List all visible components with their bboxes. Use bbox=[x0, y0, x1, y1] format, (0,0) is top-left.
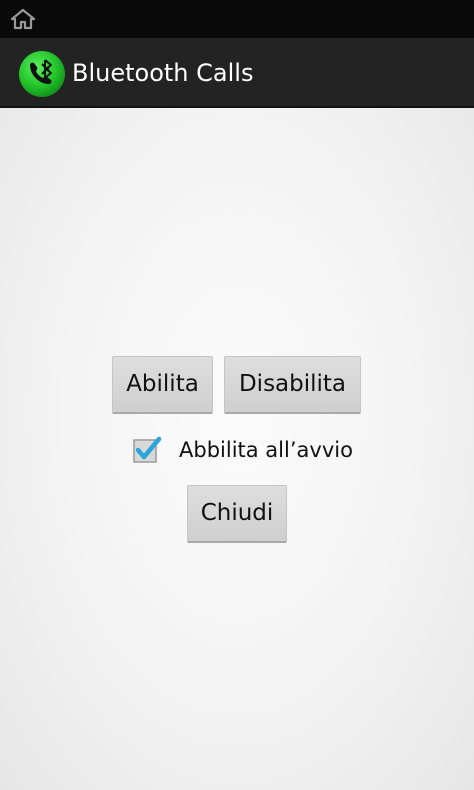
action-bar: Bluetooth Calls bbox=[0, 38, 474, 108]
home-icon bbox=[10, 8, 36, 30]
disable-button[interactable]: Disabilita bbox=[224, 356, 361, 414]
app-title: Bluetooth Calls bbox=[72, 59, 254, 87]
start-on-boot-label: Abbilita all’avvio bbox=[179, 438, 353, 462]
bluetooth-phone-icon[interactable] bbox=[18, 50, 66, 98]
start-on-boot-checkbox[interactable] bbox=[132, 435, 162, 465]
main-content: Abilita Disabilita Abbilita all’avvio Ch… bbox=[0, 108, 474, 790]
status-bar bbox=[0, 0, 474, 38]
close-button[interactable]: Chiudi bbox=[187, 485, 287, 543]
enable-button[interactable]: Abilita bbox=[112, 356, 213, 414]
